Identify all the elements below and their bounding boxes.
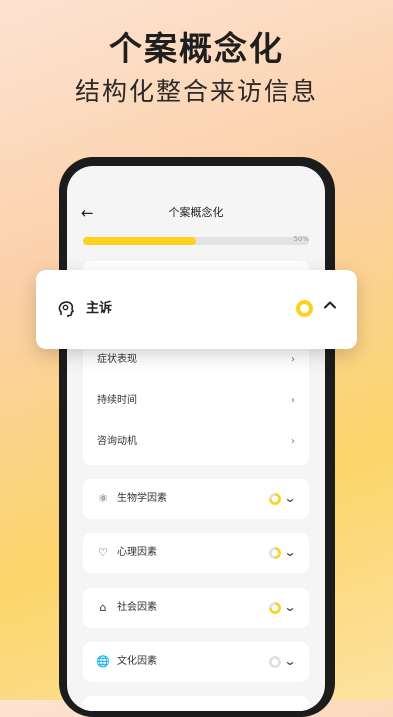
progress-ring: [269, 547, 281, 559]
head-brain-icon: [58, 301, 74, 317]
section-next[interactable]: [83, 696, 309, 711]
page-title: 个案概念化: [168, 206, 224, 219]
chevron-right-icon: ›: [291, 395, 295, 406]
progress-fill: [83, 237, 196, 245]
list-item-duration[interactable]: 持续时间 ›: [97, 394, 295, 408]
progress-ring: [296, 300, 313, 317]
progress-percent: 50%: [293, 235, 309, 243]
list-item-symptoms[interactable]: 症状表现 ›: [97, 353, 295, 367]
chevron-down-icon[interactable]: ⌄: [283, 599, 296, 615]
section-biological[interactable]: ⚛ 生物学因素 ⌄: [83, 479, 309, 519]
progress-ring: [269, 602, 281, 614]
dna-person-icon: ⚛: [98, 492, 108, 505]
chevron-down-icon[interactable]: ⌄: [283, 653, 296, 669]
chief-complaint-header[interactable]: 主诉: [36, 270, 357, 349]
chevron-down-icon[interactable]: ⌄: [283, 490, 296, 506]
chevron-right-icon: ›: [291, 354, 295, 365]
globe-icon: 🌐: [96, 655, 110, 668]
section-cultural[interactable]: 🌐 文化因素 ⌄: [83, 642, 309, 682]
progress-ring: [269, 656, 281, 668]
section-social[interactable]: ⌂ 社会因素 ⌄: [83, 588, 309, 628]
section-label: 心理因素: [117, 547, 157, 558]
house-icon: ⌂: [99, 601, 107, 614]
section-label: 主诉: [86, 301, 113, 316]
chevron-up-icon[interactable]: [323, 298, 337, 312]
hero-subtitle: 结构化整合来访信息: [74, 77, 318, 106]
section-label: 生物学因素: [117, 493, 167, 504]
list-item-motivation[interactable]: 咨询动机 ›: [97, 435, 295, 449]
section-label: 社会因素: [117, 602, 157, 613]
section-psychological[interactable]: ♡ 心理因素 ⌄: [83, 533, 309, 573]
hero-title: 个案概念化: [109, 29, 284, 68]
section-label: 文化因素: [117, 656, 157, 667]
item-label: 咨询动机: [97, 436, 137, 447]
item-label: 持续时间: [97, 395, 137, 406]
item-label: 症状表现: [97, 354, 137, 365]
top-bar: ← 个案概念化: [67, 202, 325, 224]
heart-person-icon: ♡: [98, 546, 108, 559]
chevron-down-icon[interactable]: ⌄: [283, 544, 296, 560]
progress-ring: [269, 493, 281, 505]
app-screen: ← 个案概念化 50% 症状表现 › 持续时间 › 咨询动机 › ⚛ 生物学因素…: [67, 166, 325, 711]
progress-bar: [83, 237, 309, 245]
chevron-right-icon: ›: [291, 436, 295, 447]
